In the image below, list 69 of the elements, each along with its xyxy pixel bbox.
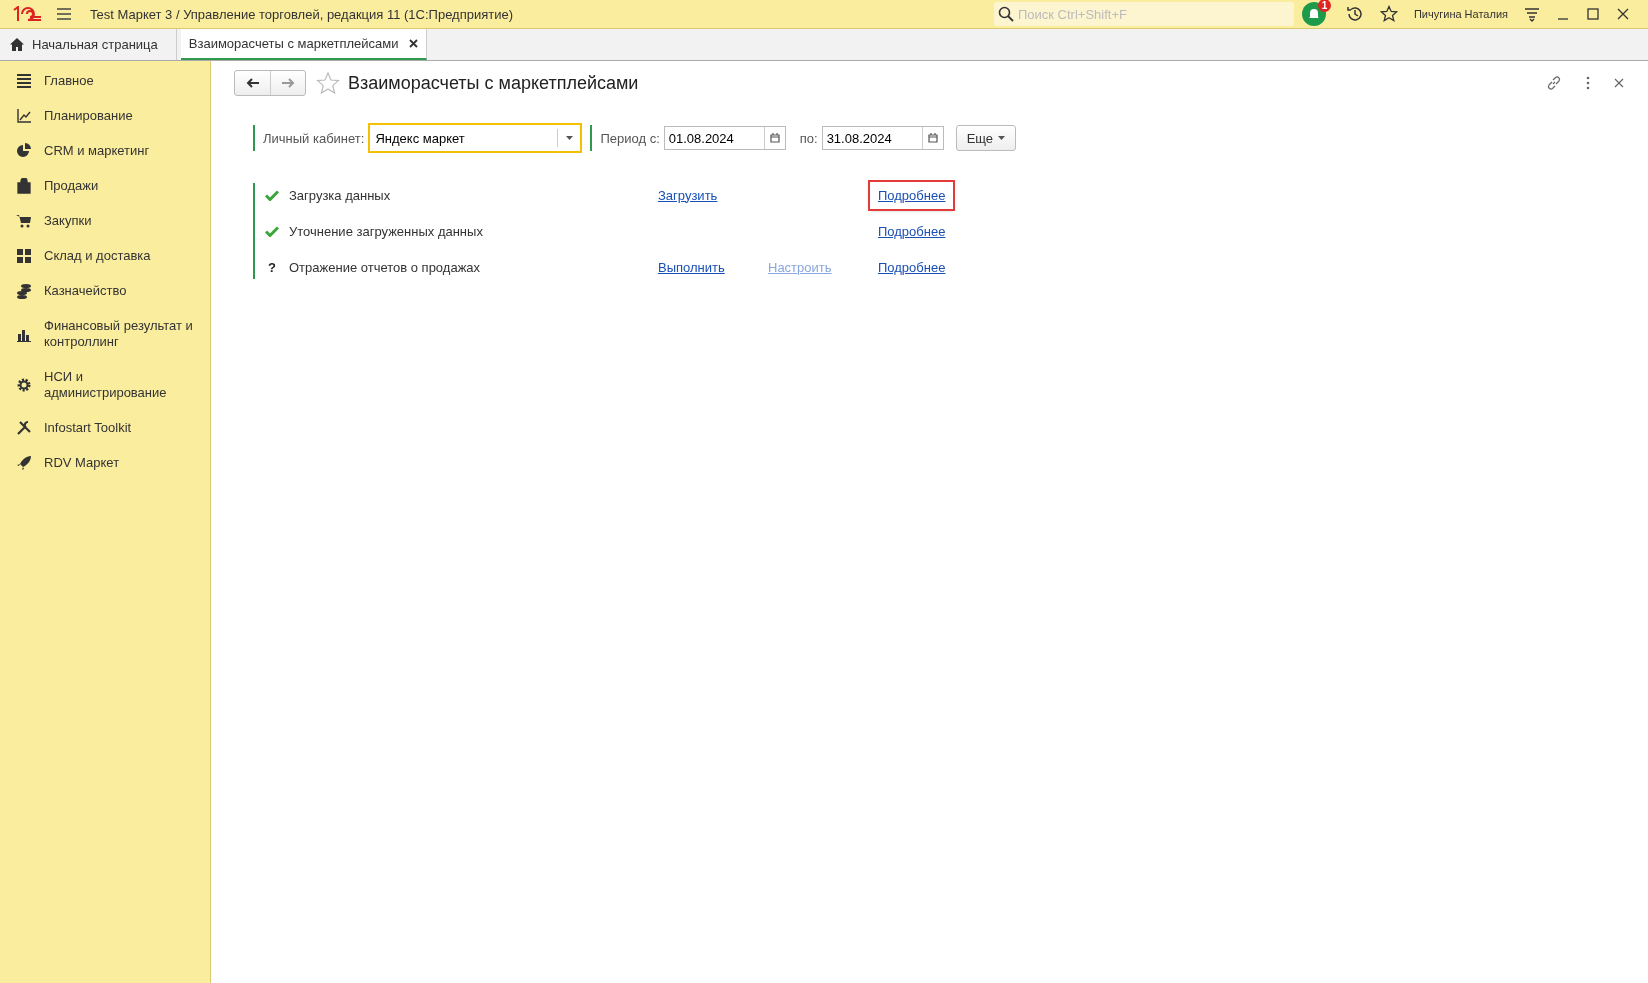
calendar-icon[interactable] <box>769 133 780 143</box>
rocket-icon <box>16 454 32 471</box>
check-icon <box>265 189 279 201</box>
close-icon[interactable] <box>1616 7 1630 21</box>
sidebar-item[interactable]: Продажи <box>0 168 210 203</box>
notifications-button[interactable] <box>1301 2 1326 26</box>
grid-icon <box>16 247 32 264</box>
calendar-icon[interactable] <box>927 133 938 143</box>
date-field[interactable]: 01.08.2024 <box>663 126 786 150</box>
caret-icon <box>998 136 1006 140</box>
sidebar-item[interactable]: Главное <box>0 63 210 98</box>
action-link[interactable]: Загрузить <box>650 181 726 209</box>
question-mark: ? <box>268 259 276 275</box>
left-arrow-icon <box>245 78 260 88</box>
more-icon[interactable] <box>1586 76 1590 90</box>
search-icon <box>997 6 1014 22</box>
user-name[interactable]: Пичугина Наталия <box>1413 8 1508 20</box>
action-link[interactable]: Выполнить <box>650 253 733 281</box>
details-link[interactable]: Подробнее <box>870 181 954 209</box>
logo-icon <box>12 6 42 22</box>
tools-icon <box>16 419 32 436</box>
star-icon[interactable] <box>316 72 340 94</box>
details-link[interactable]: Подробнее <box>870 253 954 281</box>
cart-icon <box>16 212 32 229</box>
step-label: Отражение отчетов о продажах <box>289 259 482 275</box>
funnel-menu-icon[interactable] <box>1524 6 1540 22</box>
field-label: Период с: <box>600 130 660 146</box>
notification-count: 1 <box>1317 0 1331 12</box>
account-field[interactable]: Яндекс маркет <box>368 123 583 153</box>
step-label: Загрузка данных <box>289 187 392 203</box>
close-icon[interactable] <box>1614 78 1624 88</box>
tab-label: Взаиморасчеты с маркетплейсами <box>188 36 399 51</box>
pie-chart-icon <box>16 142 32 159</box>
home-icon <box>10 38 24 51</box>
field-label: Личный кабинет: <box>263 130 365 146</box>
sidebar-item[interactable]: Финансовый результат и контроллинг <box>0 308 210 359</box>
tab[interactable]: Взаиморасчеты с маркетплейсами <box>180 29 427 60</box>
link-icon[interactable] <box>1546 75 1562 91</box>
coins-icon <box>16 282 32 299</box>
right-arrow-icon <box>281 78 295 88</box>
step-label: Уточнение загруженных данных <box>289 223 484 239</box>
sidebar-item[interactable]: CRM и маркетинг <box>0 133 210 168</box>
sidebar-item[interactable]: Infostart Toolkit <box>0 410 210 445</box>
form-title: Взаиморасчеты с маркетплейсами <box>348 72 639 94</box>
window-title: Test Маркет 3 / Управление торговлей, редакция 11 (1С:Предприятие) <box>90 6 514 22</box>
details-link[interactable]: Подробнее <box>870 217 954 245</box>
settings-icon <box>16 376 32 393</box>
tab[interactable]: Начальная страница <box>0 29 177 60</box>
history-icon[interactable] <box>1345 5 1364 23</box>
sidebar-item[interactable]: Склад и доставка <box>0 238 210 273</box>
sidebar-item[interactable]: Планирование <box>0 98 210 133</box>
close-icon[interactable] <box>408 39 418 48</box>
menu-icon[interactable] <box>56 7 72 21</box>
more-button[interactable]: Еще <box>955 125 1017 151</box>
sidebar-item[interactable]: Казначейство <box>0 273 210 308</box>
dropdown-icon[interactable] <box>565 136 573 140</box>
tab-label: Начальная страница <box>32 37 158 52</box>
chart-icon <box>16 107 32 124</box>
bag-icon <box>16 177 32 194</box>
sidebar-item[interactable]: RDV Маркет <box>0 445 210 480</box>
maximize-icon[interactable] <box>1586 7 1600 21</box>
date-field[interactable]: 31.08.2024 <box>821 126 944 150</box>
check-icon <box>265 225 279 237</box>
star-icon[interactable] <box>1379 5 1398 23</box>
search-field[interactable]: Поиск Ctrl+Shift+F <box>993 2 1294 26</box>
list-icon <box>16 72 32 89</box>
sidebar-item[interactable]: НСИ и администрирование <box>0 359 210 410</box>
sidebar-item[interactable]: Закупки <box>0 203 210 238</box>
field-label: по: <box>799 130 818 146</box>
